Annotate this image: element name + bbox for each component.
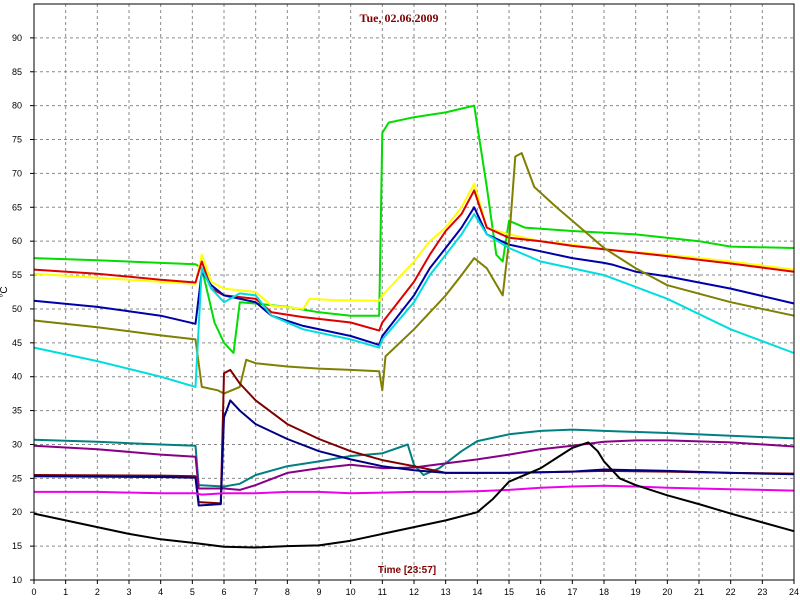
y-tick-label: 85 [12, 67, 22, 77]
x-tick-label: 3 [126, 587, 131, 597]
y-tick-label: 35 [12, 406, 22, 416]
x-tick-label: 19 [631, 587, 641, 597]
x-tick-label: 13 [441, 587, 451, 597]
y-tick-label: 25 [12, 473, 22, 483]
x-tick-label: 1 [63, 587, 68, 597]
y-axis-label: °C [0, 286, 10, 297]
temperature-chart: 1015202530354045505560657075808590 01234… [0, 3, 799, 597]
x-tick-label: 22 [726, 587, 736, 597]
x-tick-label: 14 [472, 587, 482, 597]
y-tick-label: 45 [12, 338, 22, 348]
x-tick-label: 10 [346, 587, 356, 597]
x-tick-label: 7 [253, 587, 258, 597]
x-tick-label: 17 [567, 587, 577, 597]
x-tick-label: 15 [504, 587, 514, 597]
y-tick-label: 55 [12, 270, 22, 280]
y-tick-label: 60 [12, 236, 22, 246]
x-tick-label: 5 [190, 587, 195, 597]
y-axis-ticks: 10 15 20 25 30 35 40 45 50 55 60 65 70 75 80 85 90 [12, 33, 34, 585]
x-tick-label: 21 [694, 587, 704, 597]
x-tick-label: 4 [158, 587, 163, 597]
x-tick-label: 18 [599, 587, 609, 597]
x-axis-label: Time [23:57] [378, 565, 436, 576]
x-tick-label: 8 [285, 587, 290, 597]
x-tick-label: 24 [789, 587, 799, 597]
x-tick-label: 11 [378, 587, 387, 597]
x-tick-label: 20 [662, 587, 672, 597]
y-tick-label: 40 [12, 372, 22, 382]
y-tick-label: 20 [12, 507, 22, 517]
y-tick-label: 30 [12, 439, 22, 449]
y-tick-label: 70 [12, 168, 22, 178]
x-tick-label: 2 [95, 587, 100, 597]
y-tick-label: 90 [12, 33, 22, 43]
x-tick-label: 9 [316, 587, 321, 597]
y-tick-label: 75 [12, 135, 22, 145]
x-tick-label: 16 [536, 587, 546, 597]
x-tick-label: 23 [757, 587, 767, 597]
chart-title: Tue, 02.06.2009 [360, 11, 439, 25]
y-tick-label: 10 [12, 575, 22, 585]
y-tick-label: 80 [12, 101, 22, 111]
x-tick-label: 0 [31, 587, 36, 597]
y-tick-label: 50 [12, 304, 22, 314]
y-tick-label: 65 [12, 202, 22, 212]
x-tick-label: 6 [221, 587, 226, 597]
x-tick-label: 12 [409, 587, 419, 597]
x-axis-ticks: 0 1 2 3 4 5 6 7 8 9 10 11 12 13 14 15 16 17 18 19 20 21 22 23 24 [31, 580, 799, 597]
y-tick-label: 15 [12, 541, 22, 551]
